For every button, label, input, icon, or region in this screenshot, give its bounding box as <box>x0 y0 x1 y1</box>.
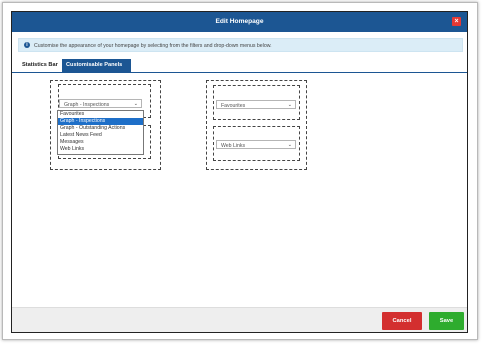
title-bar: Edit Homepage × <box>12 12 467 32</box>
tab-bar: Statistics Bar Customisable Panels <box>12 59 467 73</box>
dialog-footer: Cancel Save <box>12 307 467 332</box>
cancel-button[interactable]: Cancel <box>382 312 422 330</box>
dialog-title: Edit Homepage <box>215 18 264 25</box>
info-banner: i Customise the appearance of your homep… <box>18 38 463 52</box>
tab-statistics-bar[interactable]: Statistics Bar <box>18 59 62 72</box>
panel-type-dropdown-list[interactable]: Favourites Graph - Inspections Graph - O… <box>57 110 144 155</box>
chevron-down-icon: ⌄ <box>287 102 292 108</box>
select-value: Web Links <box>221 142 246 149</box>
info-icon: i <box>24 42 30 48</box>
select-value: Graph - Inspections <box>64 101 110 108</box>
dropdown-option[interactable]: Messages <box>58 139 143 146</box>
dropdown-option[interactable]: Favourites <box>58 111 143 118</box>
dropdown-option[interactable]: Web Links <box>58 146 143 153</box>
chevron-down-icon: ⌄ <box>133 101 138 107</box>
right-panel-bottom-select[interactable]: Web Links ⌄ <box>216 140 296 149</box>
left-panel-top-select[interactable]: Graph - Inspections ⌄ <box>59 99 142 108</box>
dropdown-option-selected[interactable]: Graph - Inspections <box>58 118 143 125</box>
close-icon[interactable]: × <box>452 17 461 26</box>
info-text: Customise the appearance of your homepag… <box>34 42 272 49</box>
edit-homepage-dialog: Edit Homepage × i Customise the appearan… <box>11 11 468 333</box>
right-panel-top-select[interactable]: Favourites ⌄ <box>216 100 296 109</box>
save-button[interactable]: Save <box>429 312 464 330</box>
tab-customisable-panels[interactable]: Customisable Panels <box>62 59 131 72</box>
dropdown-option[interactable]: Latest News Feed <box>58 132 143 139</box>
select-value: Favourites <box>221 102 246 109</box>
dropdown-option[interactable]: Graph - Outstanding Actions <box>58 125 143 132</box>
chevron-down-icon: ⌄ <box>287 142 292 148</box>
